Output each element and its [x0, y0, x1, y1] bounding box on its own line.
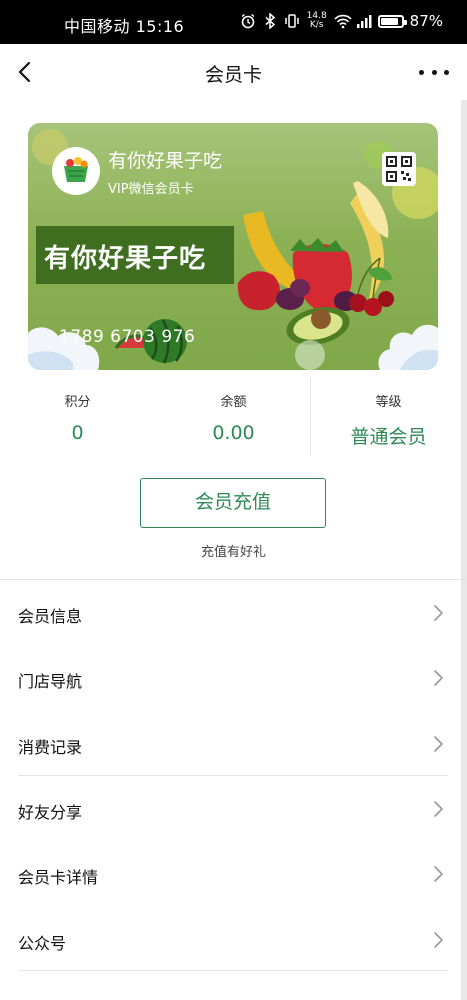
menu-item-label: 门店导航: [18, 672, 83, 691]
net-speed: 14.8 K/s: [306, 12, 328, 30]
menu-item-label: 会员卡详情: [18, 868, 99, 887]
menu-item-card-details[interactable]: 会员卡详情: [0, 846, 462, 902]
menu-item-member-info[interactable]: 会员信息: [0, 585, 462, 641]
menu-item-share-friends[interactable]: 好友分享: [0, 781, 462, 837]
menu-item-label: 会员信息: [18, 607, 83, 626]
chevron-right-icon: [434, 605, 443, 621]
chevron-right-icon: [434, 736, 443, 752]
qr-code-button[interactable]: [382, 152, 416, 186]
fruit-basket-logo-icon: [54, 149, 98, 193]
member-card[interactable]: 有你好果子吃 VIP微信会员卡 有你好果子吃 1789 6703 976: [28, 123, 438, 370]
carrier-time: 中国移动 15:16: [64, 17, 185, 36]
card-number: 1789 6703 976: [59, 327, 196, 347]
chevron-right-icon: [434, 801, 443, 817]
more-button[interactable]: [419, 58, 449, 86]
qr-code-icon: [386, 156, 412, 182]
menu-item-label: 好友分享: [18, 803, 83, 822]
more-dot: [444, 69, 449, 75]
more-dot: [431, 69, 437, 75]
stat-value: 0: [71, 422, 84, 444]
stat-label: 等级: [375, 395, 402, 410]
bluetooth-icon: [262, 12, 278, 30]
menu-item-store-navigation[interactable]: 门店导航: [0, 650, 462, 706]
chevron-right-icon: [434, 932, 443, 948]
battery-icon: [377, 14, 407, 28]
status-icons: 14.8 K/s 87%: [240, 12, 443, 30]
chevron-right-icon: [434, 670, 443, 686]
stat-points[interactable]: 积分 0: [0, 378, 155, 444]
stat-value: 普通会员: [350, 426, 427, 448]
menu-group-divider: [18, 775, 448, 776]
nav-bar: 会员卡: [0, 44, 467, 100]
menu-bottom-divider: [18, 970, 448, 971]
page-title: 会员卡: [204, 64, 262, 86]
vibrate-icon: [284, 13, 300, 29]
merchant-name: 有你好果子吃: [108, 150, 223, 172]
card-banner: 有你好果子吃: [36, 226, 234, 284]
menu-item-label: 公众号: [18, 934, 67, 953]
stat-label: 余额: [220, 395, 247, 410]
merchant-logo: [52, 147, 100, 195]
battery-percent: 87%: [409, 12, 443, 30]
alarm-icon: [240, 13, 256, 29]
chevron-right-icon: [434, 866, 443, 882]
net-speed-unit: K/s: [309, 20, 324, 30]
section-divider: [0, 579, 467, 580]
wifi-icon: [334, 13, 352, 29]
card-banner-text: 有你好果子吃: [44, 244, 207, 274]
more-dots-icon: [419, 69, 424, 75]
stat-balance[interactable]: 余额 0.00: [156, 378, 311, 444]
battery-level: [380, 17, 399, 25]
menu-item-official-account[interactable]: 公众号: [0, 912, 462, 968]
signal-icon: [356, 13, 372, 29]
stat-label: 积分: [64, 395, 91, 410]
status-bar: 中国移动 15:16 14.8 K/s 87%: [0, 0, 467, 44]
member-stats: 积分 0 余额 0.00 等级 普通会员: [0, 378, 467, 456]
stat-level[interactable]: 等级 普通会员: [311, 378, 466, 449]
menu-item-purchase-history[interactable]: 消费记录: [0, 716, 462, 772]
recharge-note: 充值有好礼: [200, 545, 266, 560]
stat-value: 0.00: [212, 422, 255, 444]
menu-item-label: 消费记录: [18, 738, 83, 757]
card-type: VIP微信会员卡: [108, 182, 194, 197]
recharge-button[interactable]: 会员充值: [140, 478, 326, 528]
